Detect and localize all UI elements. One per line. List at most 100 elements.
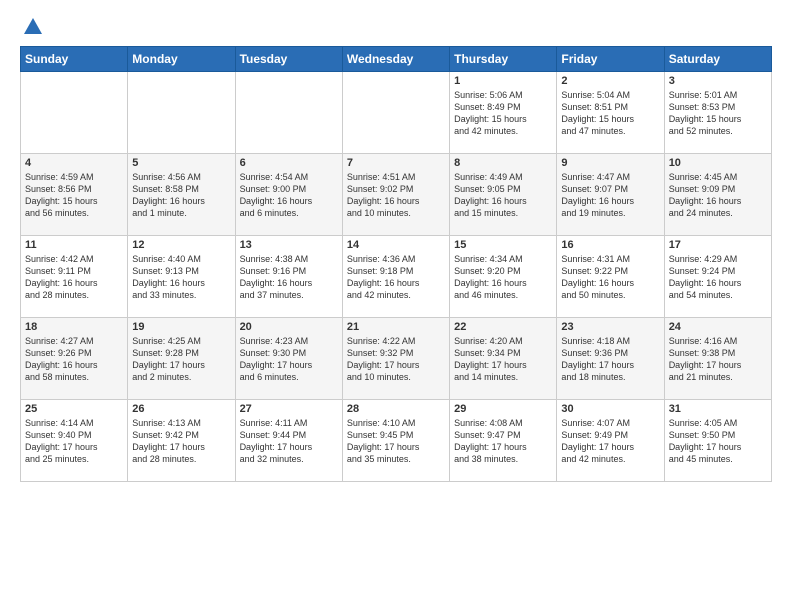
calendar-cell: 22 Sunrise: 4:20 AM Sunset: 9:34 PM Dayli… [450, 318, 557, 400]
week-row-1: 1 Sunrise: 5:06 AM Sunset: 8:49 PM Daylig… [21, 72, 772, 154]
calendar-cell: 15Sunrise: 4:34 AM Sunset: 9:20 PM Dayli… [450, 236, 557, 318]
day-number: 14 [347, 239, 445, 251]
calendar-cell: 23Sunrise: 4:18 AM Sunset: 9:36 PM Dayli… [557, 318, 664, 400]
calendar-cell: 10 Sunrise: 4:45 AM Sunset: 9:09 PM Dayli… [664, 154, 771, 236]
calendar: SundayMondayTuesdayWednesdayThursdayFrid… [20, 46, 772, 482]
day-info: Sunrise: 4:47 AM Sunset: 9:07 PM Dayligh… [561, 171, 659, 220]
day-number: 26 [132, 403, 230, 415]
day-number: 8 [454, 157, 552, 169]
day-info: Sunrise: 4:22 AM Sunset: 9:32 PM Dayligh… [347, 335, 445, 384]
day-number: 13 [240, 239, 338, 251]
week-row-4: 18 Sunrise: 4:27 AM Sunset: 9:26 PM Dayli… [21, 318, 772, 400]
calendar-cell: 28 Sunrise: 4:10 AM Sunset: 9:45 PM Dayli… [342, 400, 449, 482]
day-number: 2 [561, 75, 659, 87]
day-info: Sunrise: 4:31 AM Sunset: 9:22 PM Dayligh… [561, 253, 659, 302]
calendar-cell: 9 Sunrise: 4:47 AM Sunset: 9:07 PM Daylig… [557, 154, 664, 236]
week-row-5: 25 Sunrise: 4:14 AM Sunset: 9:40 PM Dayli… [21, 400, 772, 482]
day-number: 10 [669, 157, 767, 169]
calendar-header-row: SundayMondayTuesdayWednesdayThursdayFrid… [21, 47, 772, 72]
day-info: Sunrise: 5:01 AM Sunset: 8:53 PM Dayligh… [669, 89, 767, 138]
calendar-cell: 4 Sunrise: 4:59 AM Sunset: 8:56 PM Daylig… [21, 154, 128, 236]
calendar-cell: 16 Sunrise: 4:31 AM Sunset: 9:22 PM Dayli… [557, 236, 664, 318]
day-info: Sunrise: 4:10 AM Sunset: 9:45 PM Dayligh… [347, 417, 445, 466]
calendar-cell [235, 72, 342, 154]
day-number: 6 [240, 157, 338, 169]
day-number: 29 [454, 403, 552, 415]
day-number: 3 [669, 75, 767, 87]
day-number: 16 [561, 239, 659, 251]
day-info: Sunrise: 4:14 AM Sunset: 9:40 PM Dayligh… [25, 417, 123, 466]
day-number: 28 [347, 403, 445, 415]
day-number: 22 [454, 321, 552, 333]
day-number: 31 [669, 403, 767, 415]
week-row-2: 4 Sunrise: 4:59 AM Sunset: 8:56 PM Daylig… [21, 154, 772, 236]
day-info: Sunrise: 5:04 AM Sunset: 8:51 PM Dayligh… [561, 89, 659, 138]
calendar-cell: 12Sunrise: 4:40 AM Sunset: 9:13 PM Dayli… [128, 236, 235, 318]
calendar-cell: 30Sunrise: 4:07 AM Sunset: 9:49 PM Dayli… [557, 400, 664, 482]
day-number: 1 [454, 75, 552, 87]
day-number: 5 [132, 157, 230, 169]
day-number: 17 [669, 239, 767, 251]
day-number: 4 [25, 157, 123, 169]
header-day-friday: Friday [557, 47, 664, 72]
logo [20, 16, 44, 38]
calendar-cell: 27 Sunrise: 4:11 AM Sunset: 9:44 PM Dayli… [235, 400, 342, 482]
calendar-cell: 29 Sunrise: 4:08 AM Sunset: 9:47 PM Dayli… [450, 400, 557, 482]
day-number: 24 [669, 321, 767, 333]
day-number: 27 [240, 403, 338, 415]
day-info: Sunrise: 4:51 AM Sunset: 9:02 PM Dayligh… [347, 171, 445, 220]
logo-icon [22, 16, 44, 38]
day-number: 23 [561, 321, 659, 333]
calendar-cell: 8 Sunrise: 4:49 AM Sunset: 9:05 PM Daylig… [450, 154, 557, 236]
calendar-cell: 14 Sunrise: 4:36 AM Sunset: 9:18 PM Dayli… [342, 236, 449, 318]
day-info: Sunrise: 4:59 AM Sunset: 8:56 PM Dayligh… [25, 171, 123, 220]
header-day-wednesday: Wednesday [342, 47, 449, 72]
day-info: Sunrise: 4:38 AM Sunset: 9:16 PM Dayligh… [240, 253, 338, 302]
day-info: Sunrise: 4:27 AM Sunset: 9:26 PM Dayligh… [25, 335, 123, 384]
calendar-cell: 1 Sunrise: 5:06 AM Sunset: 8:49 PM Daylig… [450, 72, 557, 154]
header-day-monday: Monday [128, 47, 235, 72]
calendar-cell [128, 72, 235, 154]
day-info: Sunrise: 4:20 AM Sunset: 9:34 PM Dayligh… [454, 335, 552, 384]
day-info: Sunrise: 4:08 AM Sunset: 9:47 PM Dayligh… [454, 417, 552, 466]
calendar-cell: 26 Sunrise: 4:13 AM Sunset: 9:42 PM Dayli… [128, 400, 235, 482]
day-info: Sunrise: 4:42 AM Sunset: 9:11 PM Dayligh… [25, 253, 123, 302]
day-info: Sunrise: 4:45 AM Sunset: 9:09 PM Dayligh… [669, 171, 767, 220]
day-info: Sunrise: 5:06 AM Sunset: 8:49 PM Dayligh… [454, 89, 552, 138]
calendar-cell: 25 Sunrise: 4:14 AM Sunset: 9:40 PM Dayli… [21, 400, 128, 482]
calendar-cell [342, 72, 449, 154]
day-number: 19 [132, 321, 230, 333]
header-day-thursday: Thursday [450, 47, 557, 72]
day-info: Sunrise: 4:36 AM Sunset: 9:18 PM Dayligh… [347, 253, 445, 302]
day-info: Sunrise: 4:05 AM Sunset: 9:50 PM Dayligh… [669, 417, 767, 466]
day-info: Sunrise: 4:07 AM Sunset: 9:49 PM Dayligh… [561, 417, 659, 466]
header-day-saturday: Saturday [664, 47, 771, 72]
day-number: 25 [25, 403, 123, 415]
day-number: 21 [347, 321, 445, 333]
calendar-cell [21, 72, 128, 154]
day-number: 18 [25, 321, 123, 333]
calendar-cell: 19 Sunrise: 4:25 AM Sunset: 9:28 PM Dayli… [128, 318, 235, 400]
calendar-cell: 13 Sunrise: 4:38 AM Sunset: 9:16 PM Dayli… [235, 236, 342, 318]
day-info: Sunrise: 4:25 AM Sunset: 9:28 PM Dayligh… [132, 335, 230, 384]
calendar-cell: 6Sunrise: 4:54 AM Sunset: 9:00 PM Daylig… [235, 154, 342, 236]
day-info: Sunrise: 4:13 AM Sunset: 9:42 PM Dayligh… [132, 417, 230, 466]
week-row-3: 11 Sunrise: 4:42 AM Sunset: 9:11 PM Dayli… [21, 236, 772, 318]
calendar-cell: 2 Sunrise: 5:04 AM Sunset: 8:51 PM Daylig… [557, 72, 664, 154]
calendar-cell: 18 Sunrise: 4:27 AM Sunset: 9:26 PM Dayli… [21, 318, 128, 400]
day-info: Sunrise: 4:49 AM Sunset: 9:05 PM Dayligh… [454, 171, 552, 220]
calendar-cell: 3 Sunrise: 5:01 AM Sunset: 8:53 PM Daylig… [664, 72, 771, 154]
day-info: Sunrise: 4:40 AM Sunset: 9:13 PM Dayligh… [132, 253, 230, 302]
day-info: Sunrise: 4:56 AM Sunset: 8:58 PM Dayligh… [132, 171, 230, 220]
header [20, 16, 772, 38]
calendar-cell: 11 Sunrise: 4:42 AM Sunset: 9:11 PM Dayli… [21, 236, 128, 318]
day-number: 9 [561, 157, 659, 169]
day-number: 15 [454, 239, 552, 251]
calendar-cell: 7 Sunrise: 4:51 AM Sunset: 9:02 PM Daylig… [342, 154, 449, 236]
day-info: Sunrise: 4:11 AM Sunset: 9:44 PM Dayligh… [240, 417, 338, 466]
day-number: 11 [25, 239, 123, 251]
calendar-cell: 31 Sunrise: 4:05 AM Sunset: 9:50 PM Dayli… [664, 400, 771, 482]
calendar-cell: 20Sunrise: 4:23 AM Sunset: 9:30 PM Dayli… [235, 318, 342, 400]
day-number: 7 [347, 157, 445, 169]
calendar-cell: 5 Sunrise: 4:56 AM Sunset: 8:58 PM Daylig… [128, 154, 235, 236]
